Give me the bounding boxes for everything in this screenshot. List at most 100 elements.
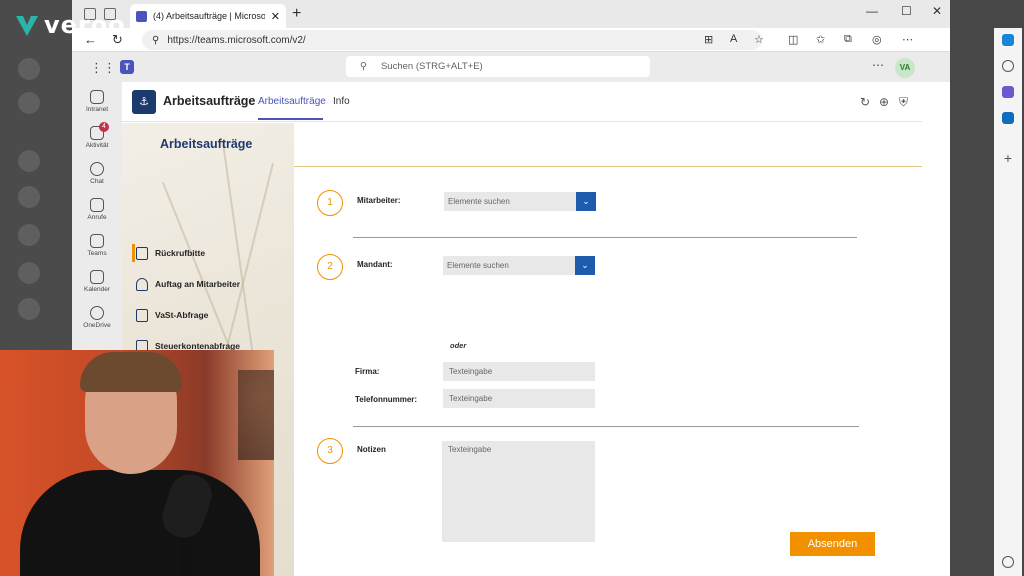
- favorites-icon[interactable]: ✩: [816, 33, 825, 46]
- minimize-icon[interactable]: —: [866, 4, 878, 18]
- person-icon: [136, 277, 148, 291]
- bell-icon: 4: [90, 122, 109, 140]
- rail-item-calls[interactable]: Anrufe: [72, 198, 122, 221]
- brand-logo: veroo: [14, 8, 126, 42]
- chevron-down-icon[interactable]: ⌄: [576, 192, 596, 211]
- collections-icon[interactable]: ⧉: [844, 33, 852, 46]
- shield-icon[interactable]: ⛨: [899, 95, 908, 110]
- side-item-auftrag[interactable]: Auftag an Mitarbeiter: [136, 272, 240, 296]
- webcam-overlay: [0, 350, 274, 576]
- address-bar[interactable]: ⚲ https://teams.microsoft.com/v2/: [142, 30, 762, 50]
- new-tab-button[interactable]: +: [292, 5, 301, 23]
- mandant-placeholder: Elemente suchen: [447, 261, 509, 270]
- app-title: Arbeitsaufträge: [163, 94, 256, 108]
- presenter-body: [20, 470, 260, 576]
- read-aloud-icon[interactable]: A: [730, 33, 737, 45]
- notizen-textarea[interactable]: Texteingabe: [442, 441, 595, 542]
- search-placeholder: Suchen (STRG+ALT+E): [380, 61, 483, 72]
- rail-item-activity[interactable]: 4 Aktivität: [72, 122, 122, 149]
- cloud-icon: [90, 306, 104, 320]
- chevron-down-icon[interactable]: ⌄: [575, 256, 595, 275]
- background-blur-icon: [18, 150, 40, 172]
- split-screen-icon[interactable]: ◫: [788, 33, 798, 46]
- gear-icon[interactable]: [1002, 556, 1014, 568]
- step-1-badge: 1: [317, 190, 343, 216]
- teams-logo-icon: T: [120, 60, 134, 74]
- rail-item-intranet[interactable]: Intranet: [72, 90, 122, 113]
- phone-icon: [136, 246, 148, 260]
- step-3-badge: 3: [317, 438, 343, 464]
- telefon-input[interactable]: Texteingabe: [443, 389, 595, 408]
- apps-icon[interactable]: ⊞: [704, 33, 713, 46]
- side-item-label: Auftag an Mitarbeiter: [155, 279, 241, 289]
- oder-label: oder: [450, 341, 467, 350]
- background-blur-icon: [18, 58, 40, 80]
- background-blur-icon: [18, 298, 40, 320]
- site-info-icon[interactable]: ⚲: [152, 35, 159, 46]
- background-blur-icon: [18, 186, 40, 208]
- header-divider: [294, 166, 922, 167]
- outlook-icon[interactable]: [1002, 112, 1014, 124]
- tab-info[interactable]: Info: [333, 96, 350, 107]
- rail-label: OneDrive: [83, 322, 111, 329]
- rail-label: Kalender: [83, 286, 111, 293]
- maximize-icon[interactable]: ☐: [901, 4, 912, 18]
- avatar[interactable]: VA: [895, 58, 915, 78]
- presenter-hair: [80, 352, 182, 392]
- firma-input[interactable]: Texteingabe: [443, 362, 595, 381]
- rail-item-chat[interactable]: Chat: [72, 162, 122, 185]
- close-tab-icon[interactable]: ✕: [271, 10, 280, 23]
- tools-icon[interactable]: [1002, 86, 1014, 98]
- side-item-vast-abfrage[interactable]: VaSt-Abfrage: [136, 303, 208, 327]
- rail-item-teams[interactable]: Teams: [72, 234, 122, 257]
- section-divider: [353, 426, 859, 427]
- favorite-star-icon[interactable]: ☆: [754, 33, 764, 46]
- mandant-label: Mandant:: [357, 260, 393, 269]
- globe-icon[interactable]: ⊕: [879, 95, 889, 109]
- firma-label: Firma:: [355, 367, 380, 376]
- url-text: https://teams.microsoft.com/v2/: [167, 34, 306, 46]
- tab-title: (4) Arbeitsaufträge | Microsoft Te: [153, 11, 265, 21]
- address-bar-row: ← ↻ ⚲ https://teams.microsoft.com/v2/ ⊞ …: [72, 28, 950, 52]
- intranet-icon: [90, 90, 104, 104]
- telefon-label: Telefonnummer:: [355, 395, 418, 404]
- rail-item-calendar[interactable]: Kalender: [72, 270, 122, 293]
- absenden-button[interactable]: Absenden: [790, 532, 875, 556]
- tab-bar: (4) Arbeitsaufträge | Microsoft Te ✕ + —…: [72, 0, 950, 28]
- notizen-label: Notizen: [357, 445, 386, 454]
- copilot-icon[interactable]: [1002, 34, 1014, 46]
- rail-label: Aktivität: [85, 142, 109, 149]
- extensions-icon[interactable]: ◎: [872, 33, 882, 46]
- background-blur-icon: [18, 224, 40, 246]
- close-window-icon[interactable]: ✕: [932, 4, 942, 18]
- notebook-icon: [136, 308, 148, 322]
- search-input[interactable]: ⚲ Suchen (STRG+ALT+E): [346, 56, 650, 77]
- section-divider: [353, 237, 857, 238]
- calendar-icon: [90, 270, 104, 284]
- settings-more-icon[interactable]: ⋯: [872, 58, 884, 72]
- background-plant: [238, 370, 274, 460]
- app-header: ⚓ Arbeitsaufträge Arbeitsaufträge Info ↻…: [122, 82, 922, 122]
- background-blur-icon: [18, 262, 40, 284]
- mitarbeiter-combobox[interactable]: Elemente suchen ⌄: [444, 192, 596, 211]
- tab-arbeitsauftraege[interactable]: Arbeitsaufträge: [258, 96, 326, 107]
- search-icon[interactable]: [1002, 60, 1014, 72]
- brand-text: veroo: [44, 11, 126, 39]
- add-icon[interactable]: +: [1002, 151, 1014, 165]
- side-item-label: Rückrufbitte: [155, 248, 206, 258]
- rail-label: Teams: [87, 250, 107, 257]
- step-2-badge: 2: [317, 254, 343, 280]
- search-icon: ⚲: [360, 61, 367, 72]
- mitarbeiter-label: Mitarbeiter:: [357, 196, 401, 205]
- background-blur-icon: [18, 92, 40, 114]
- mandant-combobox[interactable]: Elemente suchen ⌄: [443, 256, 595, 275]
- side-item-rueckrufbitte[interactable]: Rückrufbitte: [131, 241, 206, 265]
- rail-label: Chat: [90, 178, 104, 185]
- phone-icon: [90, 198, 104, 212]
- more-options-icon[interactable]: ⋯: [902, 33, 913, 46]
- browser-tab[interactable]: (4) Arbeitsaufträge | Microsoft Te ✕: [130, 4, 286, 28]
- side-item-label: VaSt-Abfrage: [155, 310, 209, 320]
- reload-icon[interactable]: ↻: [860, 95, 870, 109]
- brand-mark-icon: [16, 16, 38, 36]
- rail-item-onedrive[interactable]: OneDrive: [72, 306, 122, 329]
